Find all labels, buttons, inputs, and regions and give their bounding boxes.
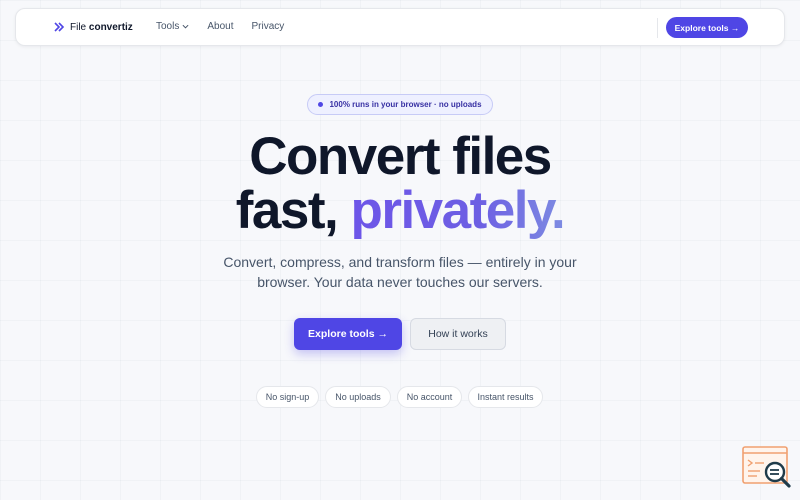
headline-line-2-accent: privately. (350, 181, 565, 240)
feature-pill: No account (397, 386, 462, 408)
privacy-badge: 100% runs in your browser · no uploads (307, 94, 493, 115)
feature-pill: No sign-up (256, 386, 319, 408)
nav-divider (657, 18, 658, 38)
feature-pill: Instant results (468, 386, 543, 408)
nav-links: Tools About Privacy (156, 21, 284, 32)
search-document-icon (742, 446, 791, 488)
nav-explore-tools-button[interactable]: Explore tools → (666, 17, 748, 38)
top-nav: File convertiz Tools About Privacy Explo… (15, 8, 785, 46)
explore-tools-button[interactable]: Explore tools → (294, 318, 402, 350)
how-it-works-button[interactable]: How it works (410, 318, 506, 350)
hero-subtitle: Convert, compress, and transform files —… (223, 254, 577, 290)
double-chevron-icon (54, 22, 65, 32)
nav-link-about[interactable]: About (207, 21, 233, 32)
feature-pill: No uploads (325, 386, 391, 408)
headline-line-1: Convert files (249, 127, 552, 186)
logo[interactable]: File convertiz (54, 21, 133, 33)
feature-pills: No sign-up No uploads No account Instant… (0, 386, 800, 408)
badge-dot-icon (318, 102, 324, 107)
chevron-down-icon (182, 24, 189, 29)
hero-headline: Convert files fast, privately. (0, 130, 800, 238)
background-grid (0, 0, 800, 500)
nav-link-tools[interactable]: Tools (156, 21, 189, 32)
nav-link-privacy[interactable]: Privacy (252, 21, 285, 32)
headline-line-2-plain: fast, (235, 181, 351, 240)
logo-text: File convertiz (70, 21, 133, 33)
